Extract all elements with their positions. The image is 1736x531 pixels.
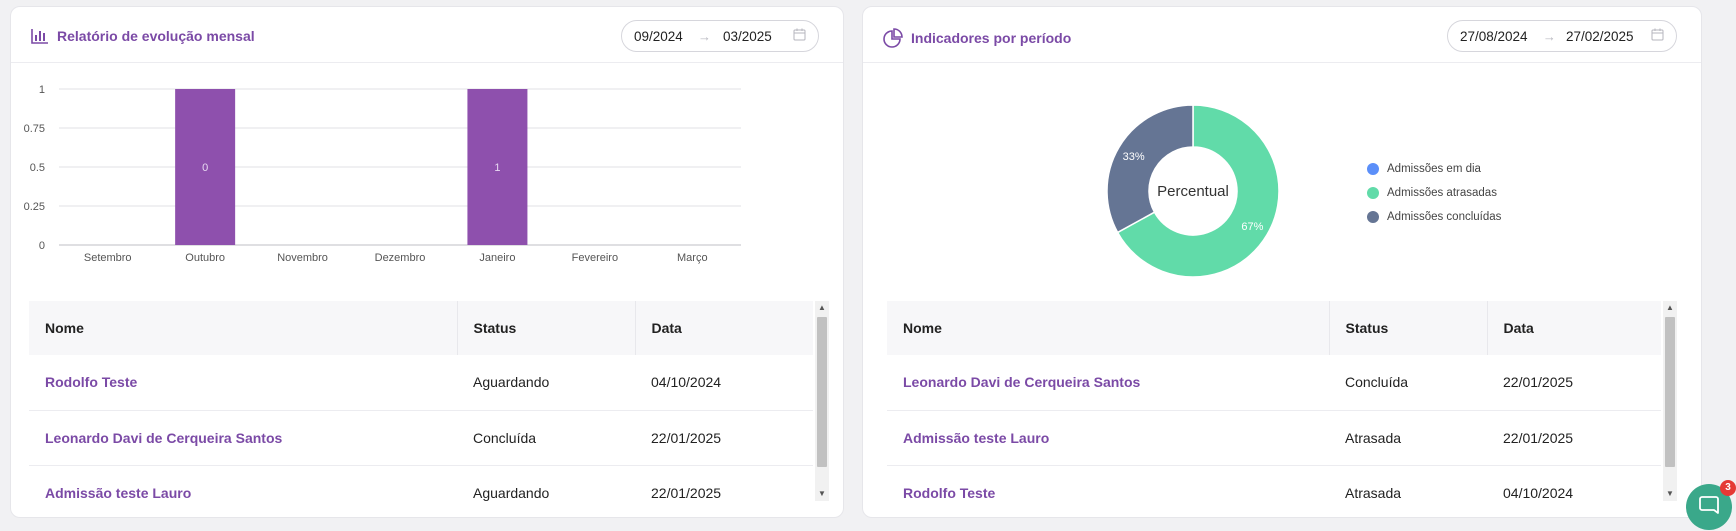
column-header-date[interactable]: Data (1487, 301, 1661, 355)
row-status: Atrasada (1345, 484, 1402, 501)
row-date: 04/10/2024 (1503, 484, 1574, 501)
table-scrollbar[interactable]: ▲ ▼ (815, 301, 829, 501)
row-name-link[interactable]: Admissão teste Lauro (887, 410, 1329, 465)
column-header-status[interactable]: Status (1329, 301, 1488, 355)
column-header-name[interactable]: Nome (29, 301, 458, 355)
bar-data-label: 0 (202, 162, 208, 174)
donut-slice (1106, 104, 1194, 234)
monthly-evolution-card: Relatório de evolução mensal 09/2024 → 0… (10, 6, 844, 518)
card-title-text: Indicadores por período (911, 30, 1072, 46)
table-row[interactable]: Rodolfo Teste Aguardando 04/10/2024 (29, 355, 813, 410)
legend-label: Admissões em dia (1387, 163, 1481, 175)
legend-label: Admissões concluídas (1387, 211, 1502, 223)
scroll-thumb[interactable] (817, 317, 827, 467)
card-title-text: Relatório de evolução mensal (57, 28, 255, 44)
legend-label: Admissões atrasadas (1387, 187, 1497, 199)
calendar-icon[interactable] (793, 28, 806, 44)
slice-data-label: 67% (1241, 221, 1263, 233)
card-header: Relatório de evolução mensal 09/2024 → 0… (11, 7, 843, 63)
row-name-link[interactable]: Admissão teste Lauro (29, 465, 457, 517)
table-header-row: Nome Status Data (29, 301, 813, 355)
arrow-right-icon: → (698, 28, 712, 44)
y-tick-label: 0 (39, 240, 45, 252)
row-status: Aguardando (473, 484, 550, 501)
card-title: Relatório de evolução mensal (31, 28, 255, 44)
x-tick-label: Março (677, 252, 708, 264)
donut-center-label: Percentual (1157, 183, 1229, 200)
table-row[interactable]: Admissão teste Lauro Atrasada 22/01/2025 (887, 410, 1661, 465)
page-scrollbar[interactable] (1720, 0, 1736, 531)
row-name-link[interactable]: Rodolfo Teste (29, 355, 457, 410)
pie-chart-icon (883, 28, 903, 48)
indicators-table: Nome Status Data Leonardo Davi de Cerque… (887, 301, 1677, 501)
row-date: 22/01/2025 (1503, 374, 1574, 391)
date-range-picker[interactable]: 27/08/2024 → 27/02/2025 (1447, 20, 1677, 52)
legend-item[interactable]: Admissões concluídas (1367, 205, 1501, 229)
scroll-down-arrow-icon[interactable]: ▼ (1663, 487, 1677, 501)
table-scrollbar[interactable]: ▲ ▼ (1663, 301, 1677, 501)
column-header-name[interactable]: Nome (887, 301, 1330, 355)
legend-item[interactable]: Admissões em dia (1367, 157, 1501, 181)
row-status: Atrasada (1345, 429, 1402, 446)
x-tick-label: Fevereiro (572, 252, 618, 264)
row-status: Concluída (473, 429, 537, 446)
row-date: 04/10/2024 (651, 374, 722, 391)
column-header-date[interactable]: Data (635, 301, 813, 355)
table-row[interactable]: Leonardo Davi de Cerqueira Santos Conclu… (887, 355, 1661, 410)
row-date: 22/01/2025 (651, 429, 722, 446)
period-indicators-card: Indicadores por período 27/08/2024 → 27/… (862, 6, 1702, 518)
y-tick-label: 0.5 (30, 162, 45, 174)
range-start[interactable]: 09/2024 (634, 29, 698, 44)
legend-item[interactable]: Admissões atrasadas (1367, 181, 1501, 205)
row-date: 22/01/2025 (651, 484, 722, 501)
table-row[interactable]: Rodolfo Teste Atrasada 04/10/2024 (887, 465, 1661, 517)
row-name-link[interactable]: Leonardo Davi de Cerqueira Santos (29, 410, 457, 465)
range-end[interactable]: 03/2025 (723, 29, 787, 44)
x-tick-label: Novembro (277, 252, 328, 264)
y-tick-label: 0.75 (24, 123, 45, 135)
month-range-picker[interactable]: 09/2024 → 03/2025 (621, 20, 819, 52)
table-header-row: Nome Status Data (887, 301, 1661, 355)
legend-dot-icon (1367, 187, 1379, 199)
column-header-status[interactable]: Status (457, 301, 636, 355)
chat-bubble-icon (1698, 494, 1720, 521)
scroll-down-arrow-icon[interactable]: ▼ (815, 487, 829, 501)
x-tick-label: Janeiro (479, 252, 515, 264)
calendar-icon[interactable] (1651, 28, 1664, 44)
range-start[interactable]: 27/08/2024 (1460, 29, 1543, 44)
row-status: Aguardando (473, 374, 550, 391)
table-row[interactable]: Leonardo Davi de Cerqueira Santos Conclu… (29, 410, 813, 465)
slice-data-label: 33% (1123, 151, 1145, 163)
legend-dot-icon (1367, 163, 1379, 175)
row-status: Concluída (1345, 374, 1409, 391)
monthly-bar-chart: 0 0.25 0.5 0.75 1 Setembro 0 Outubro Novembro Dez… (24, 84, 741, 264)
legend-dot-icon (1367, 211, 1379, 223)
y-tick-label: 0.25 (24, 201, 45, 213)
admissions-donut-chart: 67% 33% Percentual (1106, 104, 1280, 278)
scroll-up-arrow-icon[interactable]: ▲ (1663, 301, 1677, 315)
table-row[interactable]: Admissão teste Lauro Aguardando 22/01/20… (29, 465, 813, 517)
arrow-right-icon: → (1542, 28, 1556, 44)
y-tick-label: 1 (39, 84, 45, 96)
range-end[interactable]: 27/02/2025 (1566, 29, 1645, 44)
card-header: Indicadores por período 27/08/2024 → 27/… (863, 7, 1701, 63)
row-date: 22/01/2025 (1503, 429, 1574, 446)
card-title: Indicadores por período (883, 28, 1071, 48)
row-name-link[interactable]: Rodolfo Teste (887, 465, 1329, 517)
notification-badge: 3 (1720, 480, 1736, 496)
bar-chart-icon (31, 28, 49, 44)
chart-legend: Admissões em dia Admissões atrasadas Admis… (1367, 157, 1501, 229)
x-tick-label: Setembro (84, 252, 132, 264)
x-tick-label: Outubro (185, 252, 225, 264)
row-name-link[interactable]: Leonardo Davi de Cerqueira Santos (887, 355, 1329, 410)
admissions-table: Nome Status Data Rodolfo Teste Aguardand… (29, 301, 829, 501)
bar-data-label: 1 (494, 162, 500, 174)
x-tick-label: Dezembro (375, 252, 426, 264)
scroll-up-arrow-icon[interactable]: ▲ (815, 301, 829, 315)
scroll-thumb[interactable] (1665, 317, 1675, 467)
